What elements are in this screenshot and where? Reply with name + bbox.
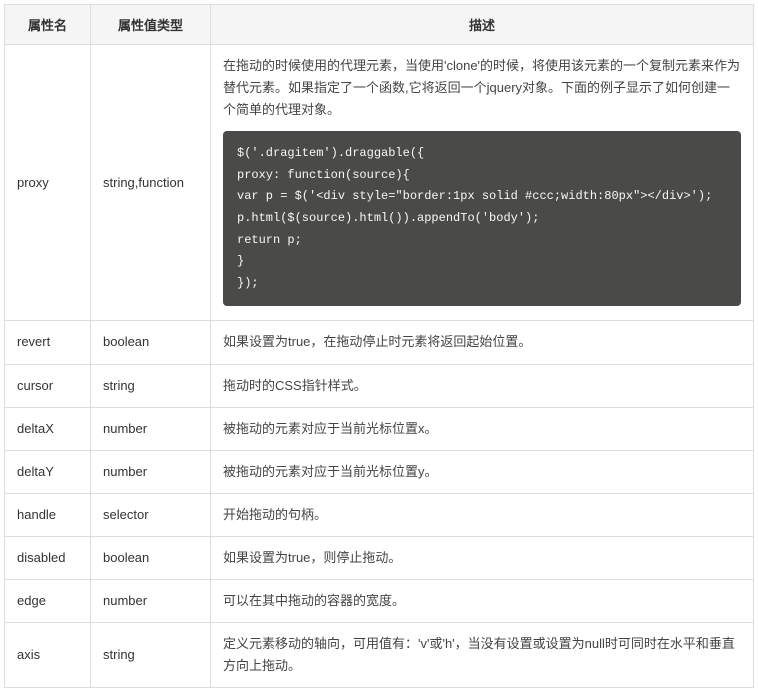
desc-text: 开始拖动的句柄。 bbox=[223, 504, 741, 526]
cell-property-type: number bbox=[91, 580, 211, 623]
table-row: handleselector 开始拖动的句柄。 bbox=[5, 493, 754, 536]
cell-property-desc: 在拖动的时候使用的代理元素，当使用'clone'的时候，将使用该元素的一个复制元… bbox=[211, 45, 754, 321]
cell-property-name: axis bbox=[5, 623, 91, 688]
cell-property-desc: 定义元素移动的轴向，可用值有：'v'或'h'，当没有设置或设置为null时可同时… bbox=[211, 623, 754, 688]
cell-property-type: number bbox=[91, 450, 211, 493]
header-name: 属性名 bbox=[5, 5, 91, 45]
cell-property-type: string,function bbox=[91, 45, 211, 321]
cell-property-desc: 如果设置为true，则停止拖动。 bbox=[211, 536, 754, 579]
cell-property-name: deltaX bbox=[5, 407, 91, 450]
cell-property-type: boolean bbox=[91, 536, 211, 579]
desc-text: 可以在其中拖动的容器的宽度。 bbox=[223, 590, 741, 612]
code-block: $('.dragitem').draggable({ proxy: functi… bbox=[223, 131, 741, 306]
desc-text: 拖动时的CSS指针样式。 bbox=[223, 375, 741, 397]
cell-property-name: revert bbox=[5, 321, 91, 364]
cell-property-name: proxy bbox=[5, 45, 91, 321]
table-row: proxystring,function在拖动的时候使用的代理元素，当使用'cl… bbox=[5, 45, 754, 321]
cell-property-type: string bbox=[91, 364, 211, 407]
table-row: axisstring 定义元素移动的轴向，可用值有：'v'或'h'，当没有设置或设… bbox=[5, 623, 754, 688]
cell-property-desc: 如果设置为true，在拖动停止时元素将返回起始位置。 bbox=[211, 321, 754, 364]
properties-table: 属性名 属性值类型 描述 proxystring,function在拖动的时候使… bbox=[4, 4, 754, 688]
cell-property-desc: 可以在其中拖动的容器的宽度。 bbox=[211, 580, 754, 623]
desc-text: 被拖动的元素对应于当前光标位置x。 bbox=[223, 418, 741, 440]
cell-property-name: handle bbox=[5, 493, 91, 536]
cell-property-type: string bbox=[91, 623, 211, 688]
desc-text: 如果设置为true，在拖动停止时元素将返回起始位置。 bbox=[223, 331, 741, 353]
table-header-row: 属性名 属性值类型 描述 bbox=[5, 5, 754, 45]
table-row: revertboolean 如果设置为true，在拖动停止时元素将返回起始位置。 bbox=[5, 321, 754, 364]
table-row: deltaXnumber 被拖动的元素对应于当前光标位置x。 bbox=[5, 407, 754, 450]
cell-property-type: selector bbox=[91, 493, 211, 536]
header-type: 属性值类型 bbox=[91, 5, 211, 45]
cell-property-name: cursor bbox=[5, 364, 91, 407]
desc-text: 定义元素移动的轴向，可用值有：'v'或'h'，当没有设置或设置为null时可同时… bbox=[223, 633, 741, 677]
cell-property-name: deltaY bbox=[5, 450, 91, 493]
table-row: edgenumber 可以在其中拖动的容器的宽度。 bbox=[5, 580, 754, 623]
cell-property-desc: 被拖动的元素对应于当前光标位置y。 bbox=[211, 450, 754, 493]
header-desc: 描述 bbox=[211, 5, 754, 45]
table-row: disabledboolean 如果设置为true，则停止拖动。 bbox=[5, 536, 754, 579]
cell-property-desc: 开始拖动的句柄。 bbox=[211, 493, 754, 536]
cell-property-name: disabled bbox=[5, 536, 91, 579]
desc-text: 被拖动的元素对应于当前光标位置y。 bbox=[223, 461, 741, 483]
table-row: cursorstring 拖动时的CSS指针样式。 bbox=[5, 364, 754, 407]
desc-text: 如果设置为true，则停止拖动。 bbox=[223, 547, 741, 569]
cell-property-type: number bbox=[91, 407, 211, 450]
table-row: deltaYnumber 被拖动的元素对应于当前光标位置y。 bbox=[5, 450, 754, 493]
cell-property-desc: 拖动时的CSS指针样式。 bbox=[211, 364, 754, 407]
cell-property-desc: 被拖动的元素对应于当前光标位置x。 bbox=[211, 407, 754, 450]
cell-property-name: edge bbox=[5, 580, 91, 623]
cell-property-type: boolean bbox=[91, 321, 211, 364]
desc-text: 在拖动的时候使用的代理元素，当使用'clone'的时候，将使用该元素的一个复制元… bbox=[223, 55, 741, 121]
